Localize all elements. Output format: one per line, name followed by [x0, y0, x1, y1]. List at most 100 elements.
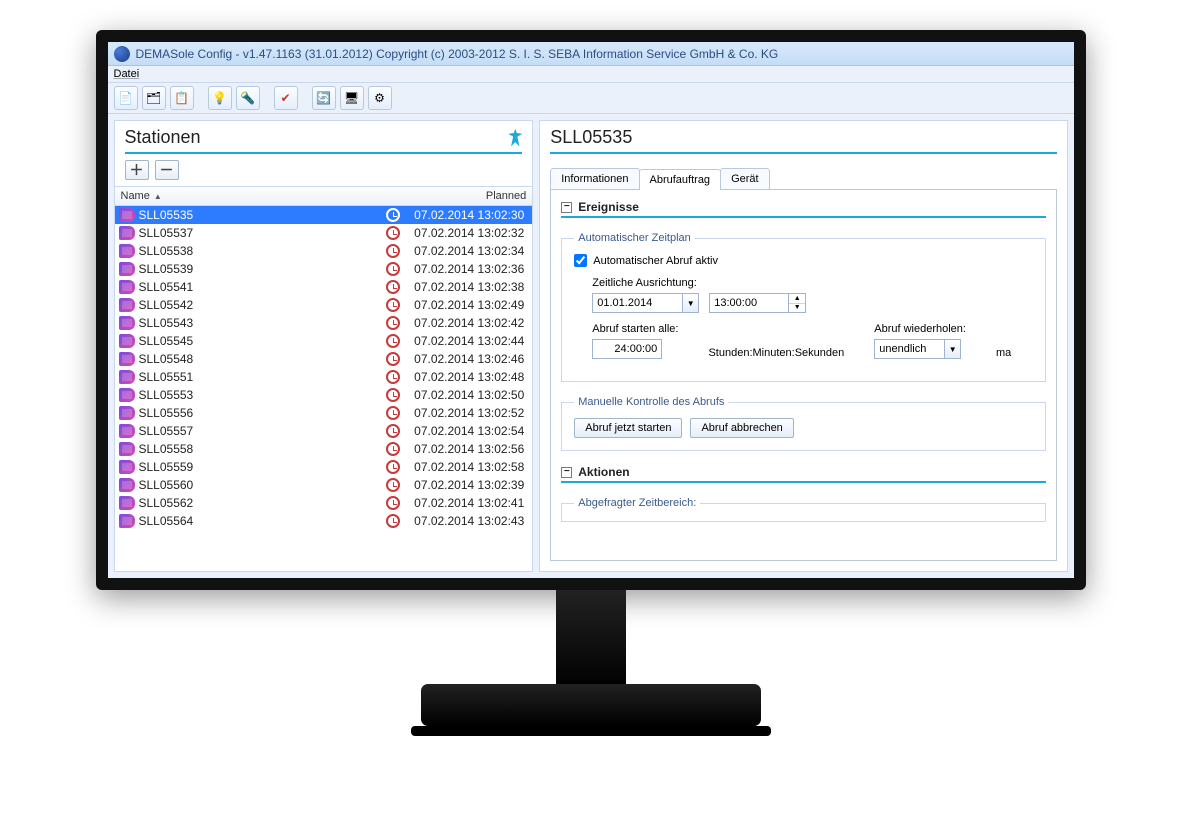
station-row[interactable]: SLL0553907.02.2014 13:02:36	[115, 260, 533, 278]
tab-abrufauftrag[interactable]: Abrufauftrag	[639, 169, 722, 190]
station-row[interactable]: SLL0555307.02.2014 13:02:50	[115, 386, 533, 404]
station-row[interactable]: SLL05564 07.02.2014 13:02:43	[115, 512, 533, 530]
chk-auto-abruf[interactable]: Automatischer Abruf aktiv	[574, 254, 1032, 267]
station-planned: 07.02.2014 13:02:49	[404, 298, 532, 312]
station-planned: 07.02.2014 13:02:52	[404, 406, 532, 420]
titlebar: DEMASole Config - v1.47.1163 (31.01.2012…	[108, 42, 1074, 66]
station-icon	[119, 208, 135, 222]
station-icon	[119, 406, 135, 420]
station-row[interactable]: SLL05556 07.02.2014 13:02:52	[115, 404, 533, 422]
label-ausrichtung: Zeitliche Ausrichtung:	[592, 277, 1032, 289]
toolbar-btn-monitor[interactable]: 🖥	[340, 86, 364, 110]
station-row[interactable]: SLL0553707.02.2014 13:02:32	[115, 224, 533, 242]
toolbar-btn-check[interactable]: ✔	[274, 86, 298, 110]
station-planned: 07.02.2014 13:02:43	[404, 514, 532, 528]
group-zeitbereich: Abgefragter Zeitbereich:	[561, 497, 1045, 522]
clock-icon	[386, 388, 400, 402]
chevron-down-icon[interactable]: ▼	[682, 293, 699, 313]
station-name: SLL05559	[139, 460, 383, 474]
station-name: SLL05557	[139, 424, 383, 438]
station-name: SLL05556	[139, 406, 383, 420]
date-combo[interactable]: ▼	[592, 293, 699, 313]
station-row[interactable]: SLL05548 07.02.2014 13:02:46	[115, 350, 533, 368]
menu-datei[interactable]: Datei	[114, 68, 140, 80]
label-starten: Abruf starten alle:	[592, 323, 678, 335]
toolbar-btn-gears[interactable]: ⚙	[368, 86, 392, 110]
col-planned[interactable]: Planned	[404, 187, 532, 205]
station-row[interactable]: SLL0553507.02.2014 13:02:30	[115, 206, 533, 224]
tab-informationen[interactable]: Informationen	[550, 168, 639, 189]
clock-icon	[386, 496, 400, 510]
station-icon	[119, 388, 135, 402]
col-name[interactable]: Name▲	[115, 187, 379, 205]
remove-station-button[interactable]: －	[155, 160, 179, 180]
station-name: SLL05564	[139, 514, 383, 528]
station-name: SLL05535	[139, 208, 383, 222]
station-row[interactable]: SLL0556207.02.2014 13:02:41	[115, 494, 533, 512]
time-input[interactable]	[709, 293, 789, 313]
stations-list[interactable]: SLL0553507.02.2014 13:02:30SLL0553707.02…	[115, 206, 533, 571]
date-input[interactable]	[592, 293, 682, 313]
chk-auto-abruf-input[interactable]	[574, 254, 587, 267]
time-spinner[interactable]: ▲▼	[709, 293, 806, 313]
station-icon	[119, 496, 135, 510]
station-row[interactable]: SLL0555907.02.2014 13:02:58	[115, 458, 533, 476]
repeat-input[interactable]	[874, 339, 944, 359]
station-row[interactable]: SLL0553807.02.2014 13:02:34	[115, 242, 533, 260]
clock-icon	[386, 244, 400, 258]
station-name: SLL05553	[139, 388, 383, 402]
spin-down-icon[interactable]: ▼	[789, 304, 805, 313]
station-icon	[119, 424, 135, 438]
toolbar-btn-2[interactable]: 🗂	[142, 86, 166, 110]
station-row[interactable]: SLL0554107.02.2014 13:02:38	[115, 278, 533, 296]
station-name: SLL05548	[139, 352, 383, 366]
station-icon	[119, 460, 135, 474]
chevron-down-icon[interactable]: ▼	[944, 339, 961, 359]
tab-geraet[interactable]: Gerät	[720, 168, 770, 189]
station-planned: 07.02.2014 13:02:39	[404, 478, 532, 492]
station-planned: 07.02.2014 13:02:46	[404, 352, 532, 366]
interval-input[interactable]	[592, 339, 662, 359]
station-row[interactable]: SLL0554507.02.2014 13:02:44	[115, 332, 533, 350]
tab-content: − Ereignisse Automatischer Zeitplan Auto…	[550, 189, 1056, 561]
station-row[interactable]: SLL0555107.02.2014 13:02:48	[115, 368, 533, 386]
station-row[interactable]: SLL0554307.02.2014 13:02:42	[115, 314, 533, 332]
repeat-combo[interactable]: ▼	[874, 339, 966, 359]
station-row[interactable]: SLL0556007.02.2014 13:02:39	[115, 476, 533, 494]
detail-heading: SLL05535	[550, 127, 632, 148]
add-station-button[interactable]: ＋	[125, 160, 149, 180]
btn-abruf-cancel[interactable]: Abruf abbrechen	[690, 418, 793, 438]
tabs: Informationen Abrufauftrag Gerät	[540, 160, 1066, 189]
toolbar-btn-light-on[interactable]: 💡	[208, 86, 232, 110]
station-row[interactable]: SLL0555807.02.2014 13:02:56	[115, 440, 533, 458]
clock-icon	[386, 370, 400, 384]
spin-up-icon[interactable]: ▲	[789, 294, 805, 304]
clock-icon	[386, 208, 400, 222]
clock-icon	[386, 280, 400, 294]
station-row[interactable]: SLL0554207.02.2014 13:02:49	[115, 296, 533, 314]
clock-icon	[386, 298, 400, 312]
station-icon	[119, 514, 135, 528]
station-planned: 07.02.2014 13:02:38	[404, 280, 532, 294]
station-planned: 07.02.2014 13:02:34	[404, 244, 532, 258]
clock-icon	[386, 478, 400, 492]
station-icon	[119, 226, 135, 240]
station-row[interactable]: SLL0555707.02.2014 13:02:54	[115, 422, 533, 440]
btn-abruf-start[interactable]: Abruf jetzt starten	[574, 418, 682, 438]
section-aktionen: − Aktionen	[561, 465, 1045, 479]
station-planned: 07.02.2014 13:02:36	[404, 262, 532, 276]
station-planned: 07.02.2014 13:02:44	[404, 334, 532, 348]
clock-icon	[386, 460, 400, 474]
expander-icon[interactable]: −	[561, 467, 572, 478]
toolbar-btn-refresh[interactable]: 🔄	[312, 86, 336, 110]
toolbar: 📄 🗂 📋 💡 🔦 ✔ 🔄 🖥 ⚙	[108, 83, 1074, 114]
stations-panel: Stationen ＋ － Name▲	[114, 120, 534, 572]
label-mal: ma	[996, 347, 1011, 359]
toolbar-btn-light-off[interactable]: 🔦	[236, 86, 260, 110]
station-icon	[119, 244, 135, 258]
toolbar-btn-3[interactable]: 📋	[170, 86, 194, 110]
expander-icon[interactable]: −	[561, 202, 572, 213]
station-name: SLL05558	[139, 442, 383, 456]
col-clock-icon[interactable]	[378, 187, 404, 205]
toolbar-btn-1[interactable]: 📄	[114, 86, 138, 110]
